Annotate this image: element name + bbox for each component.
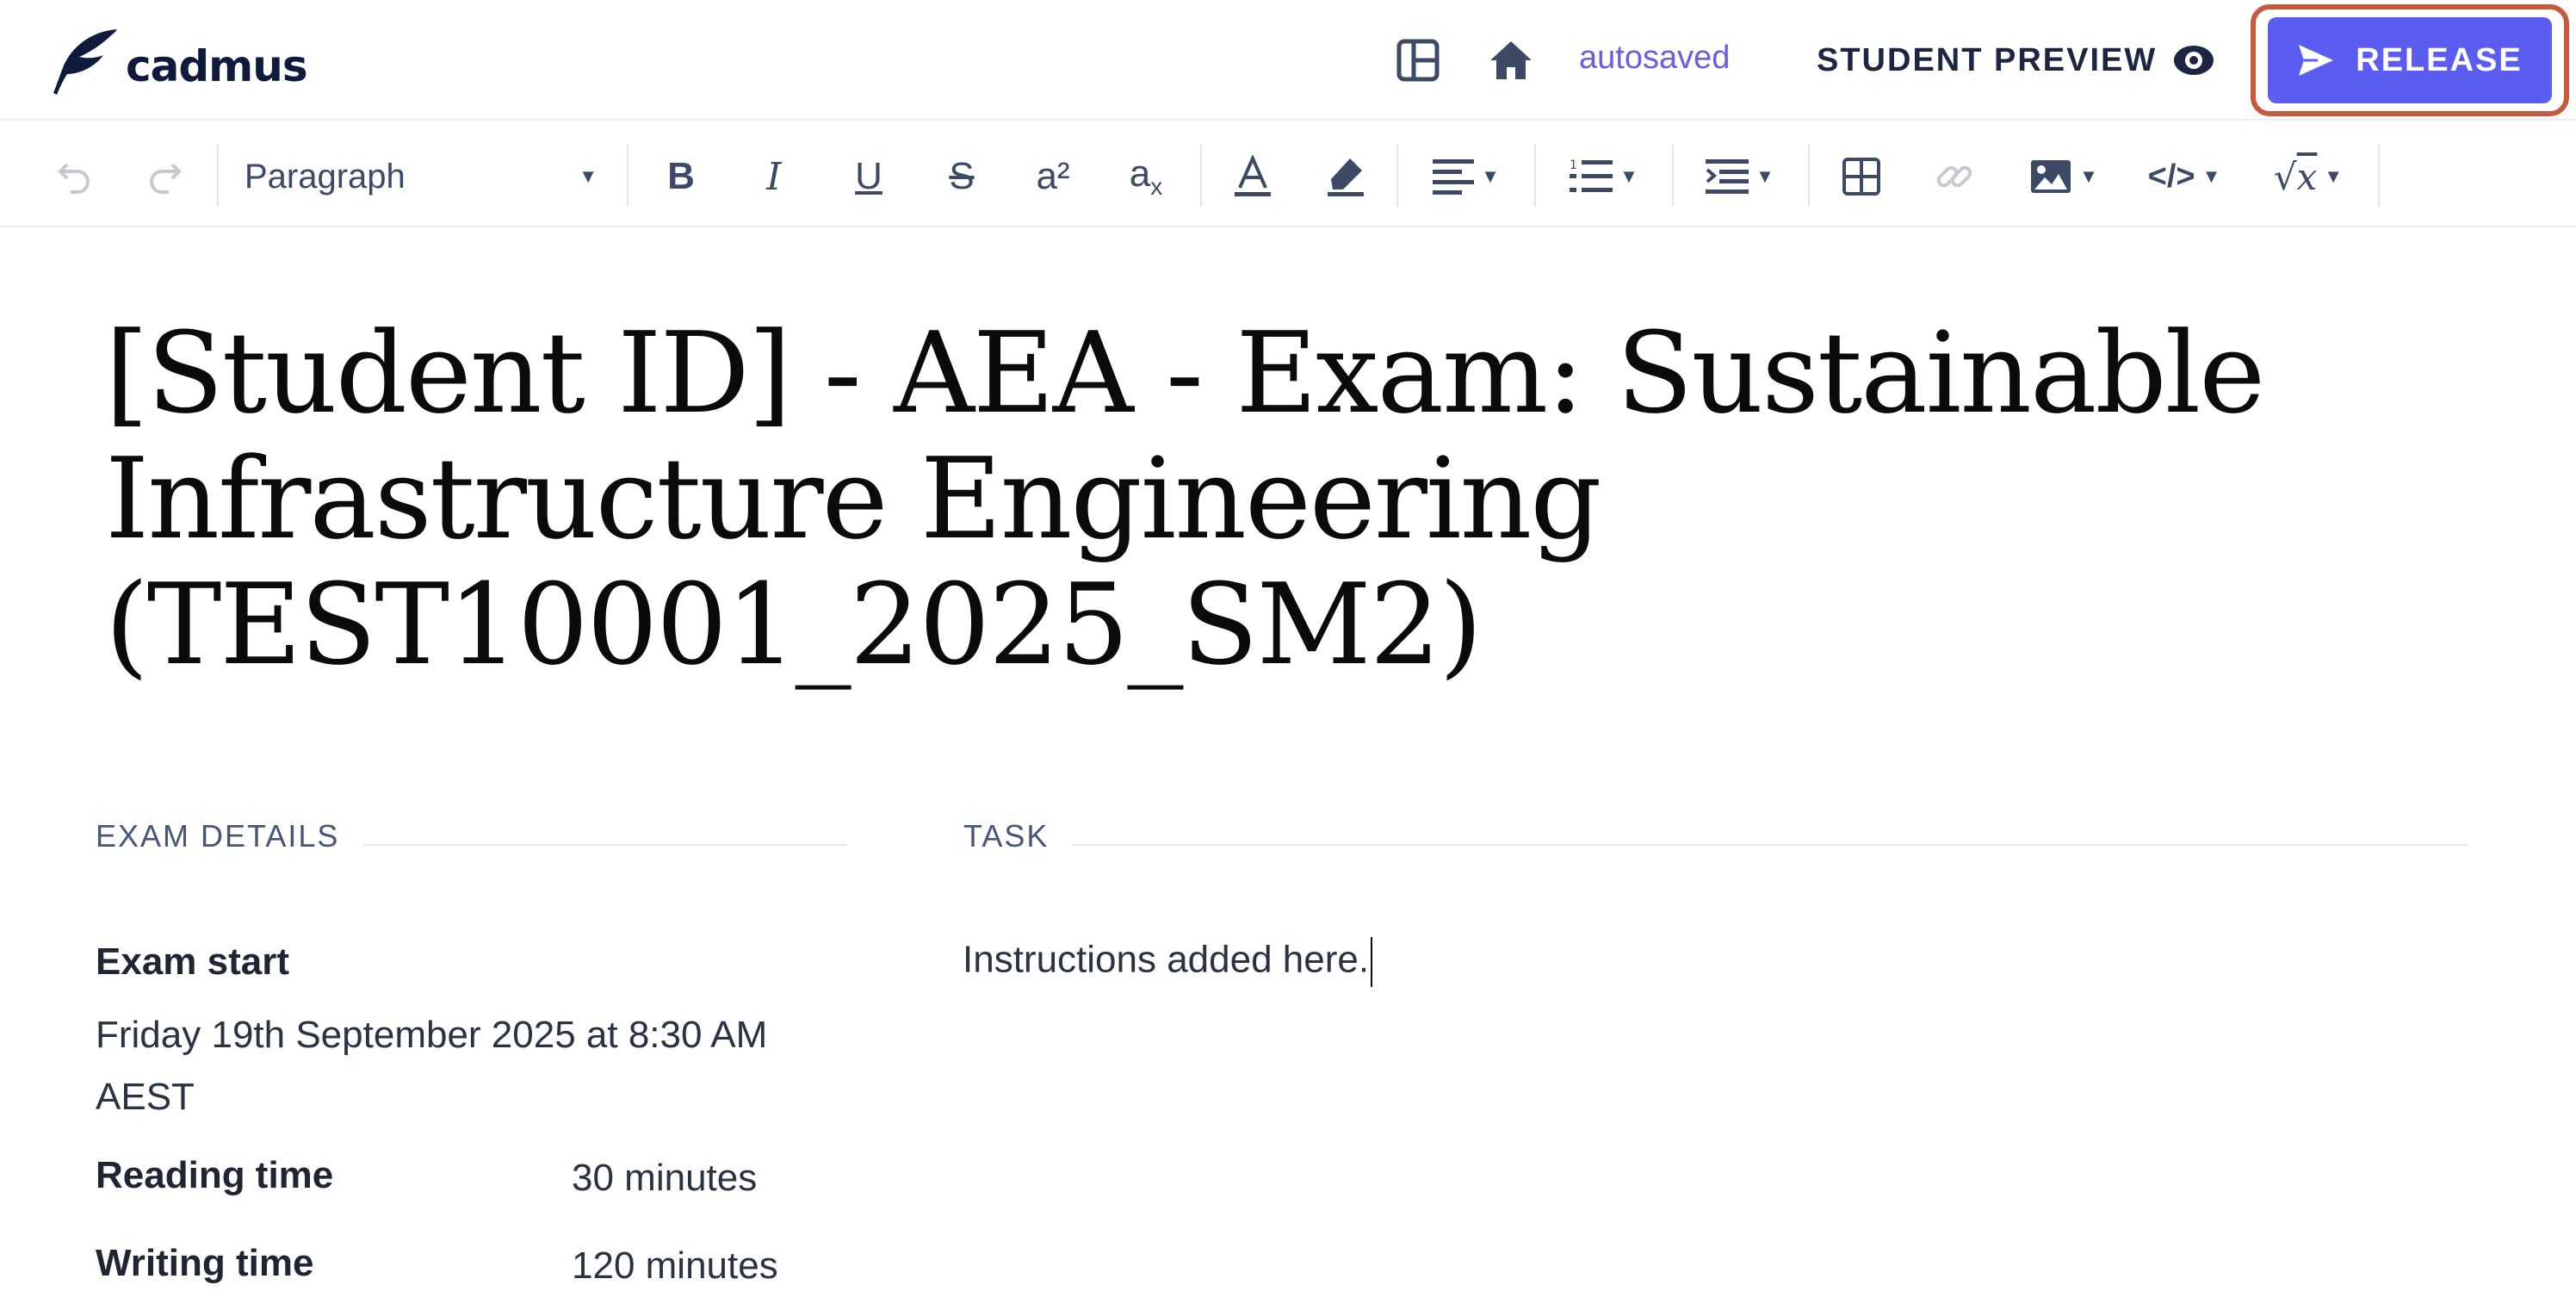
writing-time-value: 120 minutes xyxy=(572,1245,778,1287)
numbered-list-icon: 1 xyxy=(1570,158,1613,192)
align-left-icon xyxy=(1433,159,1475,195)
chevron-down-icon: ▼ xyxy=(2201,165,2221,187)
redo-icon[interactable] xyxy=(141,153,189,200)
link-icon xyxy=(1936,165,1972,188)
undo-icon[interactable] xyxy=(50,153,98,200)
toolbar-divider xyxy=(1672,145,1674,207)
release-label: RELEASE xyxy=(2356,41,2523,78)
underline-icon: U xyxy=(855,155,882,197)
align-dropdown[interactable]: ▼ xyxy=(1422,153,1510,200)
square-root-icon: √x xyxy=(2273,155,2318,198)
subscript-button[interactable]: ax xyxy=(1118,152,1174,201)
text-cursor xyxy=(1371,937,1373,987)
home-icon[interactable] xyxy=(1485,34,1537,86)
quill-icon xyxy=(53,29,117,95)
highlighter-icon xyxy=(1328,158,1364,196)
code-dropdown[interactable]: </> ▼ xyxy=(2140,153,2228,200)
eye-icon xyxy=(2172,43,2215,78)
layout-panel-icon[interactable] xyxy=(1392,34,1444,86)
cadmus-logo[interactable]: cadmus xyxy=(50,24,308,96)
italic-icon: I xyxy=(766,154,782,199)
numbered-list-dropdown[interactable]: 1 ▼ xyxy=(1560,153,1648,200)
chevron-down-icon: ▼ xyxy=(579,165,598,187)
send-icon xyxy=(2299,45,2334,76)
task-rule xyxy=(1073,844,2468,846)
task-instructions: Instructions added here. xyxy=(963,938,1370,981)
chevron-down-icon: ▼ xyxy=(2079,165,2098,187)
subscript-base: a xyxy=(1129,152,1151,196)
logo-wordmark: cadmus xyxy=(126,41,308,91)
math-dropdown[interactable]: √x ▼ xyxy=(2264,153,2352,200)
exam-start-value: Friday 19th September 2025 at 8:30 AM AE… xyxy=(96,1014,768,1118)
italic-button[interactable]: I xyxy=(749,153,799,200)
block-style-value: Paragraph xyxy=(245,157,406,196)
toolbar-divider xyxy=(1534,145,1536,207)
reading-time-label: Reading time xyxy=(96,1154,334,1196)
toolbar-divider xyxy=(2378,145,2380,207)
exam-details-rule xyxy=(363,844,847,846)
underline-button[interactable]: U xyxy=(842,153,895,200)
bold-button[interactable]: B xyxy=(656,153,706,200)
subscript-sub: x xyxy=(1150,172,1163,200)
font-color-button[interactable] xyxy=(1228,153,1278,200)
code-icon: </> xyxy=(2147,158,2195,195)
bold-icon: B xyxy=(667,155,695,197)
chevron-down-icon: ▼ xyxy=(1481,165,1500,187)
student-preview-button[interactable]: STUDENT PREVIEW xyxy=(1817,34,2215,86)
editor-window: cadmus autosaved STUDENT PREVIEW RELEASE… xyxy=(0,0,2576,1316)
toolbar-divider xyxy=(217,145,219,207)
student-preview-label: STUDENT PREVIEW xyxy=(1817,41,2158,78)
chevron-down-icon: ▼ xyxy=(1619,165,1638,187)
toolbar-divider xyxy=(627,145,629,207)
strikethrough-icon: S xyxy=(949,155,975,197)
link-button[interactable] xyxy=(1930,153,1978,200)
superscript-icon: a² xyxy=(1036,155,1070,197)
task-heading: TASK xyxy=(963,818,1050,854)
toolbar-divider xyxy=(1200,145,1202,207)
chevron-down-icon: ▼ xyxy=(2324,165,2344,187)
indent-dropdown[interactable]: ▼ xyxy=(1696,153,1784,200)
release-button[interactable]: RELEASE xyxy=(2268,17,2552,103)
table-button[interactable] xyxy=(1837,153,1886,200)
indent-icon xyxy=(1706,159,1749,194)
image-icon xyxy=(2031,160,2071,193)
font-color-icon xyxy=(1235,155,1271,196)
autosave-status: autosaved xyxy=(1579,40,1731,76)
table-icon xyxy=(1842,158,1880,196)
reading-time-value: 30 minutes xyxy=(572,1157,758,1199)
exam-start-label: Exam start xyxy=(96,940,290,983)
highlight-button[interactable] xyxy=(1321,153,1371,200)
image-dropdown[interactable]: ▼ xyxy=(2020,153,2108,200)
strikethrough-button[interactable]: S xyxy=(935,153,988,200)
task-editor[interactable]: Instructions added here. xyxy=(963,937,1373,987)
toolbar-divider xyxy=(1396,145,1398,207)
document-title[interactable]: [Student ID] - AEA - Exam: Sustainable I… xyxy=(105,310,2430,687)
superscript-button[interactable]: a² xyxy=(1025,153,1081,200)
exam-details-heading: EXAM DETAILS xyxy=(96,818,340,854)
writing-time-label: Writing time xyxy=(96,1242,314,1284)
chevron-down-icon: ▼ xyxy=(1756,165,1774,187)
subscript-icon: ax xyxy=(1130,152,1162,201)
svg-text:1: 1 xyxy=(1570,158,1577,172)
toolbar-divider xyxy=(1808,145,1810,207)
block-style-select[interactable]: Paragraph ▼ xyxy=(245,153,598,200)
